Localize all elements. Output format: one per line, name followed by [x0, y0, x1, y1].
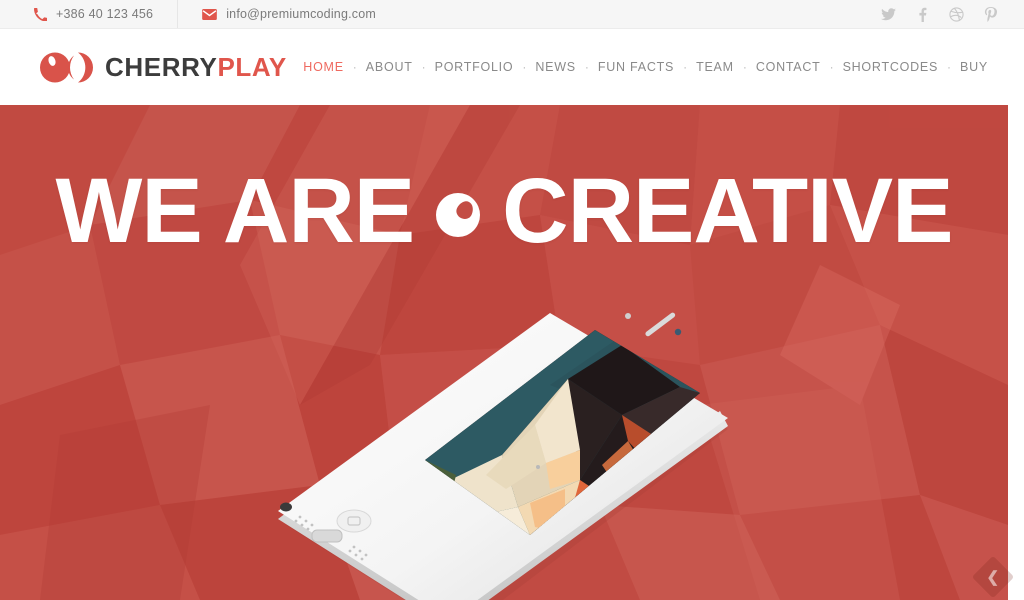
- nav-separator: ·: [683, 60, 688, 74]
- nav-item-home[interactable]: HOME: [303, 60, 344, 74]
- nav-item-contact[interactable]: CONTACT: [756, 60, 821, 74]
- nav-item-buy[interactable]: BUY: [960, 60, 988, 74]
- top-bar: +386 40 123 456 info@premiumcoding.com: [0, 0, 1024, 29]
- cherry-logo-icon: [40, 51, 93, 84]
- nav-separator: ·: [829, 60, 834, 74]
- nav-item-team[interactable]: TEAM: [696, 60, 734, 74]
- phone-contact[interactable]: +386 40 123 456: [34, 0, 153, 29]
- hero-slider: WE ARE CREATIVE ❮: [0, 105, 1024, 600]
- main-navigation: HOME · ABOUT · PORTFOLIO · NEWS · FUN FA…: [303, 29, 988, 105]
- email-contact[interactable]: info@premiumcoding.com: [202, 0, 376, 29]
- slider-right-edge: [1008, 105, 1024, 600]
- facebook-icon[interactable]: [915, 7, 930, 22]
- top-bar-contacts: +386 40 123 456 info@premiumcoding.com: [0, 0, 376, 29]
- hero-headline: WE ARE CREATIVE: [0, 165, 1008, 257]
- twitter-icon[interactable]: [881, 7, 896, 22]
- nav-item-news[interactable]: NEWS: [535, 60, 576, 74]
- nav-separator: ·: [742, 60, 747, 74]
- phone-icon: [34, 7, 47, 21]
- logo-text: CHERRYPLAY: [105, 54, 287, 80]
- nav-item-portfolio[interactable]: PORTFOLIO: [435, 60, 514, 74]
- nav-separator: ·: [522, 60, 527, 74]
- topbar-divider: [177, 0, 179, 28]
- chevron-left-icon: ❮: [986, 568, 1000, 586]
- logo[interactable]: CHERRYPLAY: [0, 51, 287, 84]
- nav-separator: ·: [421, 60, 426, 74]
- dribbble-icon[interactable]: [949, 7, 964, 22]
- logo-text-primary: CHERRY: [105, 52, 218, 82]
- hero-headline-part2: CREATIVE: [502, 160, 953, 262]
- pinterest-icon[interactable]: [983, 6, 998, 22]
- nav-separator: ·: [352, 60, 357, 74]
- nav-item-about[interactable]: ABOUT: [366, 60, 413, 74]
- social-links: [881, 0, 998, 29]
- nav-item-fun-facts[interactable]: FUN FACTS: [598, 60, 674, 74]
- nav-separator: ·: [584, 60, 589, 74]
- nav-item-shortcodes[interactable]: SHORTCODES: [843, 60, 938, 74]
- site-header: CHERRYPLAY HOME · ABOUT · PORTFOLIO · NE…: [0, 29, 1024, 105]
- cherry-dot-icon: [436, 193, 481, 237]
- envelope-icon: [202, 8, 218, 20]
- smartphone-mockup: [250, 275, 770, 600]
- email-address-text: info@premiumcoding.com: [226, 7, 376, 21]
- hero-slide: WE ARE CREATIVE: [0, 105, 1008, 600]
- hero-headline-part1: WE ARE: [55, 160, 416, 262]
- phone-number-text: +386 40 123 456: [56, 7, 154, 21]
- nav-separator: ·: [947, 60, 952, 74]
- logo-text-accent: PLAY: [217, 52, 287, 82]
